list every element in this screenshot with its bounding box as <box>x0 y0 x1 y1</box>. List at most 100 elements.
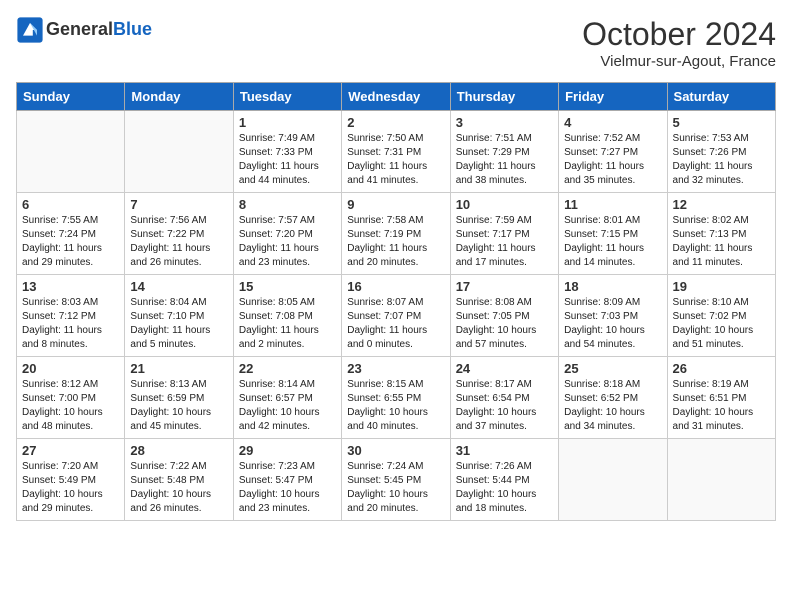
logo: General Blue <box>16 16 152 44</box>
calendar-cell: 10 Sunrise: 7:59 AMSunset: 7:17 PMDayligh… <box>450 193 558 275</box>
day-number: 6 <box>22 197 119 212</box>
month-title: October 2024 <box>582 16 776 53</box>
calendar-cell: 30Sunrise: 7:24 AMSunset: 5:45 PMDayligh… <box>342 439 450 521</box>
cell-info: Sunrise: 8:09 AMSunset: 7:03 PMDaylight:… <box>564 296 661 352</box>
calendar-cell <box>17 111 125 193</box>
calendar-cell: 7Sunrise: 7:56 AMSunset: 7:22 PMDaylight… <box>125 193 233 275</box>
calendar-cell: 12Sunrise: 8:02 AMSunset: 7:13 PMDayligh… <box>667 193 775 275</box>
cell-info: Sunrise: 8:05 AMSunset: 7:08 PMDaylight:… <box>239 296 336 352</box>
cell-info: Sunrise: 8:13 AMSunset: 6:59 PMDaylight:… <box>130 378 227 434</box>
calendar-cell: 16 Sunrise: 8:07 AMSunset: 7:07 PMDayligh… <box>342 275 450 357</box>
cell-info: Sunrise: 7:52 AMSunset: 7:27 PMDaylight:… <box>564 132 661 188</box>
day-header-sunday: Sunday <box>17 83 125 111</box>
day-number: 20 <box>22 361 119 376</box>
cell-info: Sunrise: 8:08 AMSunset: 7:05 PMDaylight:… <box>456 296 553 352</box>
calendar-cell <box>667 439 775 521</box>
calendar-week-row: 20 Sunrise: 8:12 AMSunset: 7:00 PMDayligh… <box>17 357 776 439</box>
calendar-cell: 1 Sunrise: 7:49 AMSunset: 7:33 PMDaylight… <box>233 111 341 193</box>
calendar-cell: 23 Sunrise: 8:15 AMSunset: 6:55 PMDayligh… <box>342 357 450 439</box>
calendar-week-row: 27Sunrise: 7:20 AMSunset: 5:49 PMDayligh… <box>17 439 776 521</box>
cell-info: Sunrise: 8:17 AMSunset: 6:54 PMDaylight:… <box>456 378 553 434</box>
day-number: 18 <box>564 279 661 294</box>
day-number: 30 <box>347 443 444 458</box>
cell-info: Sunrise: 8:14 AMSunset: 6:57 PMDaylight:… <box>239 378 336 434</box>
cell-info: Sunrise: 7:26 AMSunset: 5:44 PMDaylight:… <box>456 460 553 516</box>
cell-info: Sunrise: 7:53 AMSunset: 7:26 PMDaylight:… <box>673 132 770 188</box>
day-number: 17 <box>456 279 553 294</box>
title-block: October 2024 Vielmur-sur-Agout, France <box>582 16 776 70</box>
day-number: 14 <box>130 279 227 294</box>
calendar-cell: 15 Sunrise: 8:05 AMSunset: 7:08 PMDayligh… <box>233 275 341 357</box>
cell-info: Sunrise: 7:55 AMSunset: 7:24 PMDaylight:… <box>22 214 119 270</box>
cell-info: Sunrise: 7:57 AMSunset: 7:20 PMDaylight:… <box>239 214 336 270</box>
location-subtitle: Vielmur-sur-Agout, France <box>582 53 776 70</box>
day-number: 23 <box>347 361 444 376</box>
cell-info: Sunrise: 7:50 AMSunset: 7:31 PMDaylight:… <box>347 132 444 188</box>
page-header: General Blue October 2024 Vielmur-sur-Ag… <box>16 16 776 70</box>
cell-info: Sunrise: 8:03 AMSunset: 7:12 PMDaylight:… <box>22 296 119 352</box>
calendar-cell: 31Sunrise: 7:26 AMSunset: 5:44 PMDayligh… <box>450 439 558 521</box>
day-number: 11 <box>564 197 661 212</box>
cell-info: Sunrise: 8:15 AMSunset: 6:55 PMDaylight:… <box>347 378 444 434</box>
cell-info: Sunrise: 8:01 AMSunset: 7:15 PMDaylight:… <box>564 214 661 270</box>
day-number: 10 <box>456 197 553 212</box>
cell-info: Sunrise: 8:04 AMSunset: 7:10 PMDaylight:… <box>130 296 227 352</box>
cell-info: Sunrise: 8:18 AMSunset: 6:52 PMDaylight:… <box>564 378 661 434</box>
day-number: 9 <box>347 197 444 212</box>
calendar-cell: 24 Sunrise: 8:17 AMSunset: 6:54 PMDayligh… <box>450 357 558 439</box>
calendar-header-row: SundayMondayTuesdayWednesdayThursdayFrid… <box>17 83 776 111</box>
cell-info: Sunrise: 8:07 AMSunset: 7:07 PMDaylight:… <box>347 296 444 352</box>
calendar-week-row: 13 Sunrise: 8:03 AMSunset: 7:12 PMDayligh… <box>17 275 776 357</box>
calendar-cell: 5 Sunrise: 7:53 AMSunset: 7:26 PMDaylight… <box>667 111 775 193</box>
calendar-cell: 18 Sunrise: 8:09 AMSunset: 7:03 PMDayligh… <box>559 275 667 357</box>
calendar-cell: 27Sunrise: 7:20 AMSunset: 5:49 PMDayligh… <box>17 439 125 521</box>
day-header-friday: Friday <box>559 83 667 111</box>
day-header-wednesday: Wednesday <box>342 83 450 111</box>
day-number: 5 <box>673 115 770 130</box>
day-header-saturday: Saturday <box>667 83 775 111</box>
day-number: 26 <box>673 361 770 376</box>
calendar-cell: 21 Sunrise: 8:13 AMSunset: 6:59 PMDayligh… <box>125 357 233 439</box>
calendar-table: SundayMondayTuesdayWednesdayThursdayFrid… <box>16 82 776 521</box>
calendar-cell: 25 Sunrise: 8:18 AMSunset: 6:52 PMDayligh… <box>559 357 667 439</box>
cell-info: Sunrise: 7:23 AMSunset: 5:47 PMDaylight:… <box>239 460 336 516</box>
logo-general-text: General <box>46 20 113 40</box>
cell-info: Sunrise: 7:59 AMSunset: 7:17 PMDaylight:… <box>456 214 553 270</box>
day-number: 25 <box>564 361 661 376</box>
day-number: 19 <box>673 279 770 294</box>
day-number: 2 <box>347 115 444 130</box>
day-number: 4 <box>564 115 661 130</box>
calendar-cell: 6 Sunrise: 7:55 AMSunset: 7:24 PMDaylight… <box>17 193 125 275</box>
calendar-cell: 2 Sunrise: 7:50 AMSunset: 7:31 PMDaylight… <box>342 111 450 193</box>
day-number: 16 <box>347 279 444 294</box>
calendar-cell: 22 Sunrise: 8:14 AMSunset: 6:57 PMDayligh… <box>233 357 341 439</box>
cell-info: Sunrise: 8:12 AMSunset: 7:00 PMDaylight:… <box>22 378 119 434</box>
calendar-cell: 29Sunrise: 7:23 AMSunset: 5:47 PMDayligh… <box>233 439 341 521</box>
day-number: 3 <box>456 115 553 130</box>
day-number: 13 <box>22 279 119 294</box>
cell-info: Sunrise: 7:51 AMSunset: 7:29 PMDaylight:… <box>456 132 553 188</box>
cell-info: Sunrise: 8:19 AMSunset: 6:51 PMDaylight:… <box>673 378 770 434</box>
cell-info: Sunrise: 7:49 AMSunset: 7:33 PMDaylight:… <box>239 132 336 188</box>
day-number: 1 <box>239 115 336 130</box>
calendar-cell <box>559 439 667 521</box>
calendar-cell: 19Sunrise: 8:10 AMSunset: 7:02 PMDayligh… <box>667 275 775 357</box>
calendar-cell: 9 Sunrise: 7:58 AMSunset: 7:19 PMDaylight… <box>342 193 450 275</box>
calendar-cell: 14 Sunrise: 8:04 AMSunset: 7:10 PMDayligh… <box>125 275 233 357</box>
cell-info: Sunrise: 7:56 AMSunset: 7:22 PMDaylight:… <box>130 214 227 270</box>
cell-info: Sunrise: 7:58 AMSunset: 7:19 PMDaylight:… <box>347 214 444 270</box>
logo-blue-text: Blue <box>113 20 152 40</box>
day-header-thursday: Thursday <box>450 83 558 111</box>
cell-info: Sunrise: 8:02 AMSunset: 7:13 PMDaylight:… <box>673 214 770 270</box>
calendar-cell: 26 Sunrise: 8:19 AMSunset: 6:51 PMDayligh… <box>667 357 775 439</box>
calendar-week-row: 6 Sunrise: 7:55 AMSunset: 7:24 PMDaylight… <box>17 193 776 275</box>
day-number: 28 <box>130 443 227 458</box>
day-number: 27 <box>22 443 119 458</box>
day-number: 15 <box>239 279 336 294</box>
day-number: 22 <box>239 361 336 376</box>
day-number: 8 <box>239 197 336 212</box>
day-number: 21 <box>130 361 227 376</box>
day-number: 24 <box>456 361 553 376</box>
day-header-tuesday: Tuesday <box>233 83 341 111</box>
cell-info: Sunrise: 7:22 AMSunset: 5:48 PMDaylight:… <box>130 460 227 516</box>
